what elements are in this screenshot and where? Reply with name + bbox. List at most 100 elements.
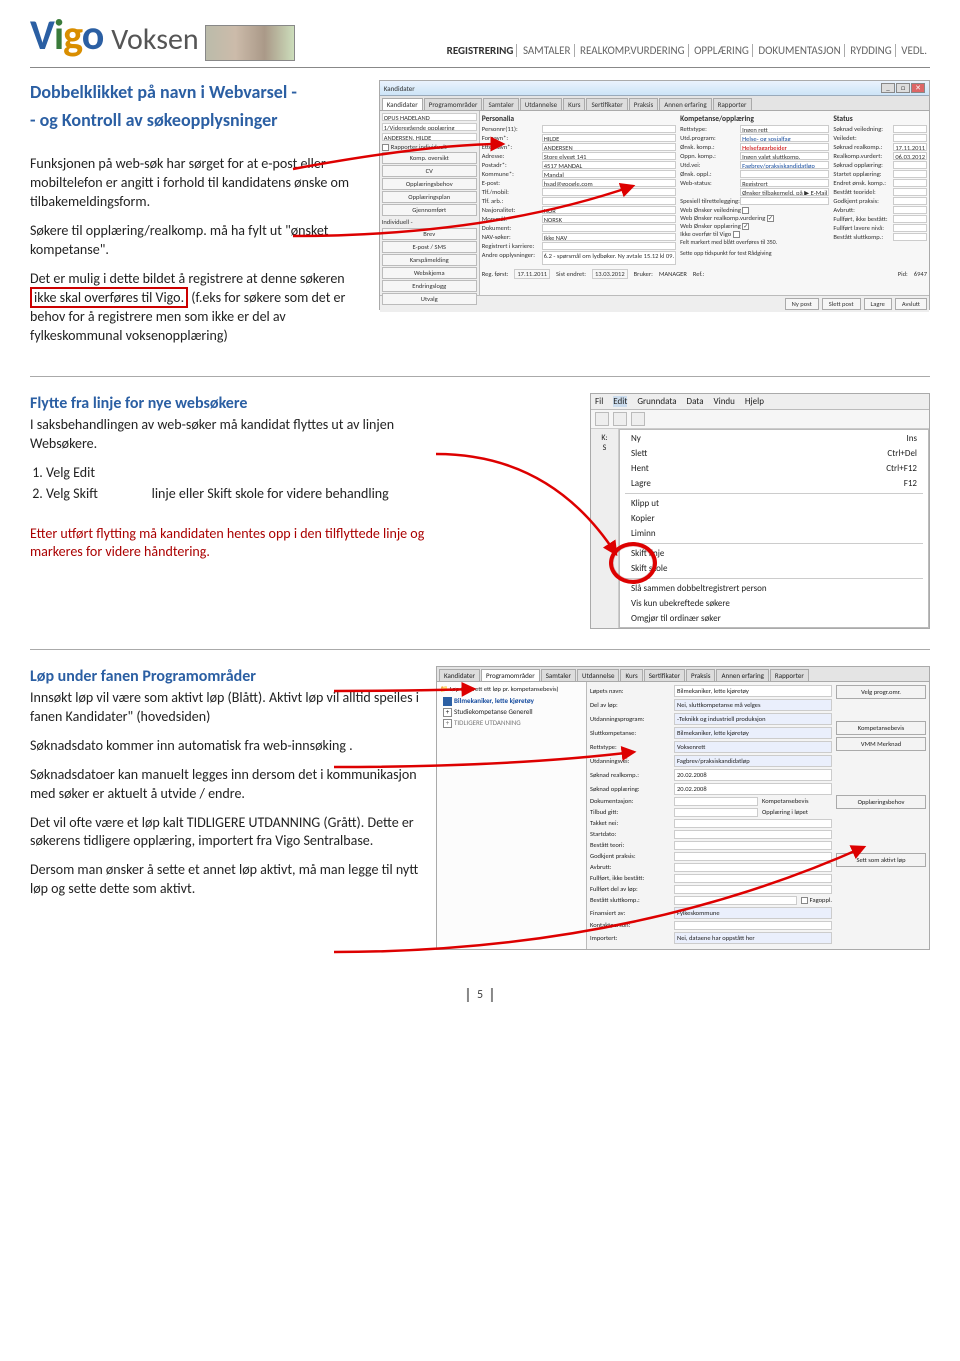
st-start-oppl[interactable] xyxy=(893,170,927,178)
btn-avslutt[interactable]: Avslutt xyxy=(895,298,927,310)
f-utdvei[interactable]: Fagbrev/praksiskandidatløp xyxy=(740,161,829,169)
f-morsmal[interactable]: NORSK xyxy=(542,215,676,223)
f-tilbakemeld[interactable]: Ønsker tilbakemeld. på ▶ E-Mail xyxy=(740,188,829,196)
side-chk[interactable] xyxy=(382,144,389,151)
btn-velg-prog[interactable]: Velg progr.omr. xyxy=(836,685,926,699)
wtab-sertifikater[interactable]: Sertifikater xyxy=(586,98,627,110)
chk-veiledning[interactable] xyxy=(742,207,749,214)
mi-ubekreftede[interactable]: Vis kun ubekreftede søkere xyxy=(621,596,927,611)
menu-edit[interactable]: Edit xyxy=(613,396,627,407)
tab-registrering[interactable]: REGISTRERING xyxy=(444,44,518,57)
menu-data[interactable]: Data xyxy=(687,396,704,407)
pf-navn[interactable]: Bilmekaniker, lette kjøretøy xyxy=(674,685,832,697)
st-sok-oppl[interactable] xyxy=(893,161,927,169)
f-oppn-komp[interactable]: Ingen valgt sluttkomp. xyxy=(740,152,829,160)
st-slutt[interactable] xyxy=(893,233,927,241)
pf-tilbud[interactable] xyxy=(674,808,758,817)
btn-kompbevis[interactable]: Kompetansebevis xyxy=(836,721,926,735)
mi-lagre[interactable]: LagreF12 xyxy=(621,476,927,491)
wtab-annen-erfaring[interactable]: Annen erfaring xyxy=(659,98,711,110)
btn-karspamelding[interactable]: Karspåmelding xyxy=(382,254,477,266)
f-onsk-oppl[interactable] xyxy=(740,170,829,178)
btn-opplbehov[interactable]: Opplæringsbehov xyxy=(836,795,926,809)
pf-import[interactable]: Nei, dataene har oppstått her xyxy=(674,932,832,944)
pf-finans[interactable]: Fylkeskommune xyxy=(674,907,832,919)
ptab-praksis[interactable]: Praksis xyxy=(686,669,715,681)
pf-dok[interactable] xyxy=(674,797,758,806)
f-epost[interactable]: hsad@google.com xyxy=(542,179,676,187)
f-tlf[interactable] xyxy=(542,188,676,196)
close-icon[interactable]: ✕ xyxy=(911,83,925,93)
f-karriere[interactable] xyxy=(542,242,676,250)
menu-grunndata[interactable]: Grunndata xyxy=(637,396,676,407)
wtab-samtaler[interactable]: Samtaler xyxy=(483,98,518,110)
f-andre[interactable]: 6.2 - spørsmål om lydbøker. Ny avtale 15… xyxy=(542,251,676,265)
st-praksis[interactable] xyxy=(893,197,927,205)
ptab-rapporter[interactable]: Rapporter xyxy=(770,669,809,681)
wtab-utdannelse[interactable]: Utdannelse xyxy=(520,98,562,110)
f-web-status[interactable]: Registrert xyxy=(740,179,829,187)
mi-omgjor[interactable]: Omgjør til ordinær søker xyxy=(621,611,927,626)
pf-utdprog[interactable]: -Teknikk og industriell produksjon xyxy=(674,713,832,725)
f-utdprogram[interactable]: Helse- og sosialfag xyxy=(740,134,829,142)
pf-rettstype[interactable]: Voksenrett xyxy=(674,741,832,753)
mi-skift-skole[interactable]: Skift skole xyxy=(621,561,927,576)
btn-opplaeringsbehov[interactable]: Opplæringsbehov xyxy=(382,178,477,190)
btn-endringslogg[interactable]: Endringslogg xyxy=(382,280,477,292)
f-nasj[interactable]: NOR xyxy=(542,206,676,214)
ptab-samtaler[interactable]: Samtaler xyxy=(541,669,576,681)
mi-sla-sammen[interactable]: Slå sammen dobbeltregistrert person xyxy=(621,581,927,596)
wtab-rapporter[interactable]: Rapporter xyxy=(713,98,752,110)
pf-utdvei[interactable]: Fagbrev/praksiskandidatløp xyxy=(674,755,832,767)
st-avbrutt[interactable] xyxy=(893,206,927,214)
f-fornavn[interactable]: HILDE xyxy=(542,134,676,142)
pf-praksis[interactable] xyxy=(674,852,832,861)
mi-skift-linje[interactable]: Skift linje xyxy=(621,546,927,561)
btn-brev[interactable]: Brev xyxy=(382,228,477,240)
tab-dokumentasjon[interactable]: DOKUMENTASJON xyxy=(755,44,844,57)
wtab-kandidater[interactable]: Kandidater xyxy=(382,98,423,110)
ptab-kandidater[interactable]: Kandidater xyxy=(439,669,480,681)
ptab-annen[interactable]: Annen erfaring xyxy=(716,669,768,681)
ptab-utdannelse[interactable]: Utdannelse xyxy=(577,669,619,681)
pf-sluttkomp[interactable]: Bilmekaniker, lette kjøretøy xyxy=(674,727,832,739)
btn-ny-post[interactable]: Ny post xyxy=(785,298,819,310)
tree-tidligere[interactable]: TIDLIGERE UTDANNING xyxy=(440,717,583,728)
side-row1[interactable]: 1/Videregående opplæring xyxy=(382,123,477,131)
st-endret[interactable] xyxy=(893,179,927,187)
chk-ikke-vigo[interactable] xyxy=(733,231,740,238)
st-teori[interactable] xyxy=(893,188,927,196)
btn-cv[interactable]: CV xyxy=(382,165,477,177)
pf-sok-real[interactable]: 20.02.2008 xyxy=(674,769,832,781)
toolbar-icon[interactable] xyxy=(613,412,627,426)
st-lavere[interactable] xyxy=(893,224,927,232)
maximize-icon[interactable]: □ xyxy=(896,83,910,93)
wtab-programomrader[interactable]: Programområder xyxy=(424,98,483,110)
f-onsk-komp[interactable]: Helsefagarbeider xyxy=(740,143,829,151)
mi-ny[interactable]: NyIns xyxy=(621,431,927,446)
f-adresse[interactable]: Store elvegt 141 xyxy=(542,152,676,160)
tab-rydding[interactable]: RYDDING xyxy=(847,44,896,57)
btn-vmm[interactable]: VMM Merknad xyxy=(836,737,926,751)
tab-realkomp[interactable]: REALKOMP.VURDERING xyxy=(577,44,689,57)
toolbar-icon[interactable] xyxy=(631,412,645,426)
pf-sok-oppl[interactable]: 20.02.2008 xyxy=(674,783,832,795)
menu-hjelp[interactable]: Hjelp xyxy=(745,396,764,407)
pf-teori[interactable] xyxy=(674,841,832,850)
tree-studie[interactable]: Studiekompetanse Generell xyxy=(440,706,583,717)
st-full-ikke[interactable] xyxy=(893,215,927,223)
btn-webskjema[interactable]: Webskjema xyxy=(382,267,477,279)
mi-liminn[interactable]: Liminn xyxy=(621,526,927,541)
mi-hent[interactable]: HentCtrl+F12 xyxy=(621,461,927,476)
pf-best-slutt[interactable] xyxy=(674,896,797,905)
f-tilrette[interactable] xyxy=(740,197,829,205)
btn-sett-aktivt[interactable]: Sett som aktivt løp xyxy=(836,853,926,867)
ptab-sertifikater[interactable]: Sertifikater xyxy=(644,669,685,681)
tab-opplaering[interactable]: OPPLÆRING xyxy=(691,44,753,57)
btn-opplaeringsplan[interactable]: Opplæringsplan xyxy=(382,191,477,203)
side-row2[interactable]: ANDERSEN, HILDE xyxy=(382,133,477,141)
st-veil[interactable] xyxy=(893,125,927,133)
pf-full-del[interactable] xyxy=(674,885,832,894)
mi-slett[interactable]: SlettCtrl+Del xyxy=(621,446,927,461)
wtab-kurs[interactable]: Kurs xyxy=(563,98,585,110)
